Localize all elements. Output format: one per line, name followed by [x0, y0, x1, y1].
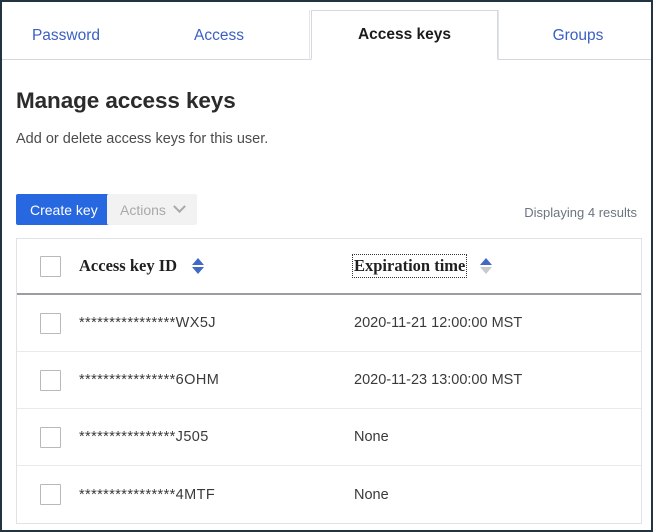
create-key-label: Create key [30, 202, 98, 218]
cell-access-key-id: ****************4MTF [79, 487, 354, 503]
row-select-cell [17, 370, 79, 391]
select-all-checkbox[interactable] [40, 256, 61, 277]
column-header-access-key-id-label: Access key ID [79, 256, 177, 276]
access-keys-table: Access key ID Expiration time **********… [16, 238, 642, 524]
tab-password-label: Password [32, 27, 100, 45]
tab-access-keys-label: Access keys [358, 26, 451, 44]
actions-button[interactable]: Actions [107, 194, 197, 225]
tab-password[interactable]: Password [6, 10, 126, 60]
table-row[interactable]: ****************4MTF None [17, 466, 641, 523]
tab-access[interactable]: Access [164, 10, 274, 60]
create-key-button[interactable]: Create key [16, 194, 112, 225]
access-keys-page: Password Access Access keys Groups Manag… [0, 0, 653, 532]
column-header-expiration-time[interactable]: Expiration time [354, 256, 641, 276]
page-subtitle: Add or delete access keys for this user. [16, 131, 268, 147]
sort-both-icon[interactable] [192, 257, 204, 275]
sort-ascending-arrow [192, 258, 204, 265]
cell-expiration-time: None [354, 487, 641, 503]
tab-groups[interactable]: Groups [510, 10, 646, 60]
sort-descending-arrow [192, 267, 204, 274]
column-header-access-key-id[interactable]: Access key ID [79, 256, 354, 276]
sort-descending-arrow [480, 267, 492, 274]
results-count: Displaying 4 results [524, 205, 637, 220]
cell-expiration-time: 2020-11-21 12:00:00 MST [354, 315, 641, 331]
sort-ascending-arrow [480, 258, 492, 265]
cell-access-key-id: ****************J505 [79, 429, 354, 445]
tab-access-keys[interactable]: Access keys [311, 10, 498, 60]
row-select-cell [17, 484, 79, 505]
row-select-cell [17, 313, 79, 334]
page-title: Manage access keys [16, 88, 236, 114]
cell-expiration-time: 2020-11-23 13:00:00 MST [354, 372, 641, 388]
actions-label: Actions [120, 202, 166, 218]
row-checkbox[interactable] [40, 313, 61, 334]
tab-groups-label: Groups [553, 27, 604, 45]
table-header-row: Access key ID Expiration time [17, 239, 641, 295]
table-row[interactable]: ****************6OHM 2020-11-23 13:00:00… [17, 352, 641, 409]
cell-access-key-id: ****************WX5J [79, 315, 354, 331]
select-all-cell [17, 256, 79, 277]
table-row[interactable]: ****************J505 None [17, 409, 641, 466]
chevron-down-icon [173, 200, 186, 213]
row-checkbox[interactable] [40, 484, 61, 505]
tab-access-label: Access [194, 27, 244, 45]
row-checkbox[interactable] [40, 370, 61, 391]
tab-bar: Password Access Access keys Groups [2, 2, 651, 60]
sort-asc-icon[interactable] [480, 257, 492, 275]
row-checkbox[interactable] [40, 427, 61, 448]
column-header-expiration-time-label: Expiration time [354, 256, 465, 276]
row-select-cell [17, 427, 79, 448]
cell-expiration-time: None [354, 429, 641, 445]
cell-access-key-id: ****************6OHM [79, 372, 354, 388]
table-row[interactable]: ****************WX5J 2020-11-21 12:00:00… [17, 295, 641, 352]
